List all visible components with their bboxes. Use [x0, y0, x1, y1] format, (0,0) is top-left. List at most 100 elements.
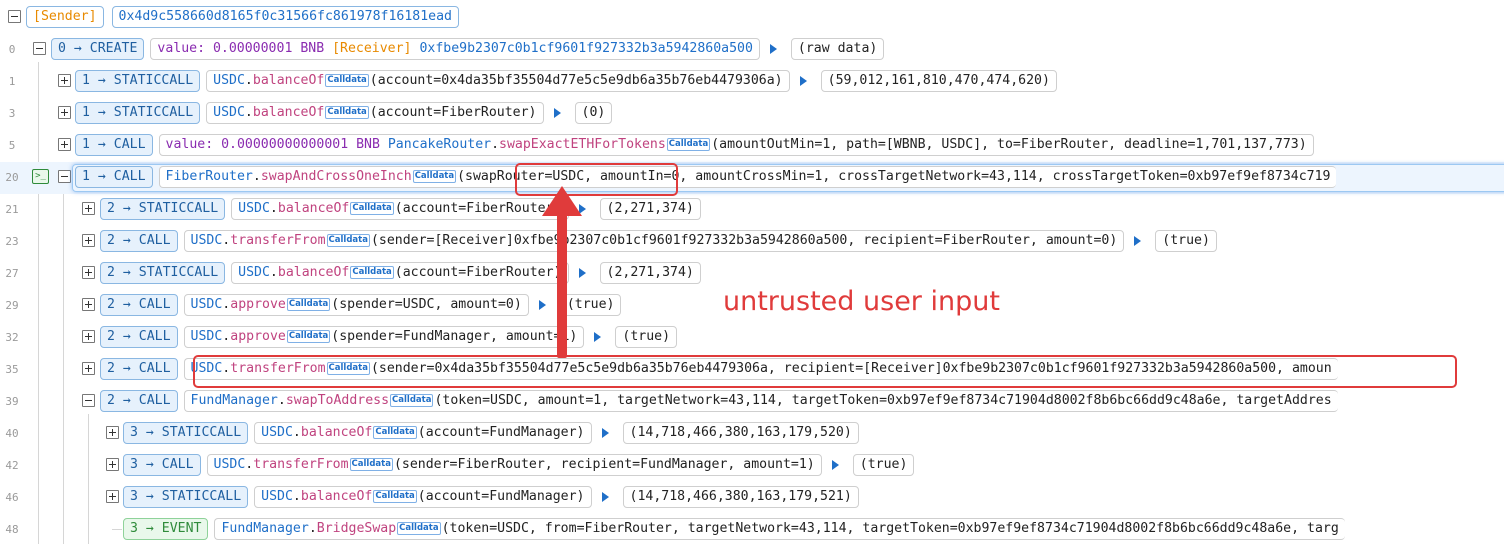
method-name[interactable]: swapExactETHForTokens	[499, 135, 666, 155]
calldata-badge[interactable]: Calldata	[412, 169, 457, 183]
contract-name[interactable]: FundManager	[221, 519, 308, 539]
expand-toggle[interactable]	[82, 330, 95, 343]
expand-result-icon[interactable]	[594, 332, 602, 342]
calldata-badge[interactable]: Calldata	[397, 521, 441, 535]
method-name[interactable]: swapAndCrossOneInch	[261, 167, 412, 187]
call-type-badge[interactable]: 2 → CALL	[100, 358, 178, 380]
collapse-toggle[interactable]	[33, 42, 46, 55]
contract-name[interactable]: USDC	[238, 263, 270, 283]
call-detail[interactable]: USDC. balanceOf Calldata (account=FiberRout…	[231, 262, 569, 284]
method-name[interactable]: balanceOf	[253, 103, 324, 123]
expand-result-icon[interactable]	[769, 44, 777, 54]
collapse-toggle[interactable]	[8, 10, 21, 23]
contract-name[interactable]: USDC	[214, 455, 246, 475]
expand-toggle[interactable]	[106, 426, 119, 439]
contract-name[interactable]: USDC	[261, 487, 293, 507]
expand-toggle[interactable]	[82, 202, 95, 215]
method-name[interactable]: approve	[230, 327, 286, 347]
expand-toggle[interactable]	[82, 266, 95, 279]
contract-name[interactable]: USDC	[261, 423, 293, 443]
calldata-badge[interactable]: Calldata	[350, 201, 394, 215]
call-detail[interactable]: FiberRouter. swapAndCrossOneInch Calldata(…	[158, 166, 1337, 188]
contract-name[interactable]: USDC	[238, 199, 270, 219]
calldata-badge[interactable]: Calldata	[326, 233, 370, 247]
expand-toggle[interactable]	[58, 74, 71, 87]
call-detail[interactable]: USDC. balanceOf Calldata (account=FiberRout…	[231, 198, 569, 220]
collapse-toggle[interactable]	[82, 394, 95, 407]
expand-result-icon[interactable]	[831, 460, 839, 470]
expand-result-icon[interactable]	[601, 492, 609, 502]
receiver-address[interactable]: 0xfbe9b2307c0b1cf9601f927332b3a5942860a5…	[419, 39, 752, 59]
contract-name[interactable]: USDC	[191, 327, 223, 347]
method-name[interactable]: balanceOf	[301, 423, 372, 443]
expand-result-icon[interactable]	[601, 428, 609, 438]
contract-name[interactable]: USDC	[213, 71, 245, 91]
terminal-icon[interactable]: >_	[32, 169, 49, 184]
event-name[interactable]: BridgeSwap	[317, 519, 396, 539]
calldata-badge[interactable]: Calldata	[286, 297, 331, 311]
calldata-badge[interactable]: Calldata	[373, 425, 417, 439]
call-detail[interactable]: USDC. balanceOf Calldata (account=0x4da35bf…	[206, 70, 790, 92]
method-name[interactable]: transferFrom	[230, 359, 325, 379]
call-type-badge[interactable]: 2 → CALL	[100, 390, 178, 412]
event-detail[interactable]: FundManager. BridgeSwap Calldata (token=USD…	[214, 518, 1345, 540]
call-detail[interactable]: USDC. transferFrom Calldata (sender=0x4da35…	[183, 358, 1338, 380]
call-type-badge[interactable]: 2 → CALL	[100, 230, 178, 252]
trace-row-selected[interactable]: 20 >_ 1 → CALL FiberRouter. swapAndCrossO…	[0, 162, 1504, 194]
expand-toggle[interactable]	[82, 234, 95, 247]
method-name[interactable]: transferFrom	[230, 231, 325, 251]
expand-toggle[interactable]	[106, 490, 119, 503]
contract-name[interactable]: PancakeRouter	[388, 135, 491, 155]
call-detail[interactable]: FundManager. swapToAddress Calldata (token=…	[183, 390, 1338, 412]
call-detail[interactable]: USDC. transferFrom Calldata (sender=FiberRo…	[206, 454, 822, 476]
calldata-badge[interactable]: Calldata	[326, 361, 370, 375]
contract-name[interactable]: FundManager	[191, 391, 278, 411]
method-name[interactable]: balanceOf	[301, 487, 372, 507]
calldata-badge[interactable]: Calldata	[350, 265, 394, 279]
method-name[interactable]: balanceOf	[278, 199, 349, 219]
call-detail[interactable]: USDC. balanceOf Calldata (account=FundManag…	[254, 486, 592, 508]
call-type-badge[interactable]: 1 → STATICCALL	[75, 70, 201, 92]
method-name[interactable]: approve	[230, 295, 286, 315]
collapse-toggle[interactable]	[58, 170, 71, 183]
expand-result-icon[interactable]	[553, 108, 561, 118]
calldata-badge[interactable]: Calldata	[349, 457, 393, 471]
call-type-badge[interactable]: 0 → CREATE	[51, 38, 145, 60]
method-name[interactable]: balanceOf	[253, 71, 324, 91]
event-type-badge[interactable]: 3 → EVENT	[123, 518, 209, 540]
contract-name[interactable]: USDC	[213, 103, 245, 123]
method-name[interactable]: transferFrom	[253, 455, 348, 475]
contract-name[interactable]: FiberRouter	[166, 167, 253, 187]
expand-toggle[interactable]	[58, 106, 71, 119]
expand-toggle[interactable]	[82, 298, 95, 311]
calldata-badge[interactable]: Calldata	[390, 393, 434, 407]
call-detail[interactable]: value: 0.00000000000001 BNB PancakeRoute…	[158, 134, 1314, 156]
contract-name[interactable]: USDC	[191, 295, 223, 315]
call-type-badge[interactable]: 3 → STATICCALL	[123, 422, 249, 444]
call-detail[interactable]: USDC. approve Calldata (spender=USDC, amoun…	[183, 294, 529, 316]
call-type-badge[interactable]: 2 → CALL	[100, 326, 178, 348]
sender-label[interactable]: [Sender]	[26, 6, 104, 28]
call-detail[interactable]: USDC. approve Calldata (spender=FundManager…	[183, 326, 585, 348]
call-type-badge[interactable]: 1 → STATICCALL	[75, 102, 201, 124]
sender-address[interactable]: 0x4d9c558660d8165f0c31566fc861978f16181e…	[111, 6, 459, 28]
call-detail[interactable]: USDC. balanceOf Calldata (account=FiberRout…	[206, 102, 544, 124]
calldata-badge[interactable]: Calldata	[286, 329, 331, 343]
calldata-badge[interactable]: Calldata	[373, 489, 417, 503]
calldata-badge[interactable]: Calldata	[325, 105, 369, 119]
call-type-badge[interactable]: 1 → CALL	[75, 134, 153, 156]
call-detail[interactable]: USDC. balanceOf Calldata (account=FundManag…	[254, 422, 592, 444]
expand-toggle[interactable]	[106, 458, 119, 471]
call-type-badge[interactable]: 2 → STATICCALL	[100, 262, 226, 284]
call-detail[interactable]: value: 0.00000001 BNB [Receiver] 0xfbe9b…	[150, 38, 760, 60]
expand-toggle[interactable]	[58, 138, 71, 151]
expand-result-icon[interactable]	[799, 76, 807, 86]
call-type-badge[interactable]: 3 → CALL	[123, 454, 201, 476]
calldata-badge[interactable]: Calldata	[325, 73, 369, 87]
calldata-badge[interactable]: Calldata	[666, 137, 711, 151]
call-type-badge[interactable]: 2 → CALL	[100, 294, 178, 316]
method-name[interactable]: balanceOf	[278, 263, 349, 283]
call-type-badge[interactable]: 2 → STATICCALL	[100, 198, 226, 220]
expand-result-icon[interactable]	[1134, 236, 1142, 246]
contract-name[interactable]: USDC	[191, 231, 223, 251]
